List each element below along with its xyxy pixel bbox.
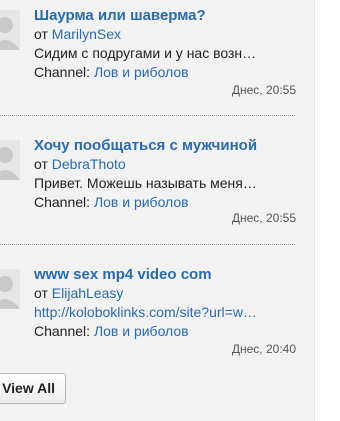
latest-posts-panel: Шаурма или шаверма? от MarilynSex Сидим … <box>0 0 314 421</box>
post-timestamp: Днес, 20:55 <box>231 211 296 225</box>
channel-label: Channel: <box>34 194 91 210</box>
post-channel-line: Channel: Лов и риболов <box>34 193 296 212</box>
user-avatar-icon[interactable] <box>0 269 20 309</box>
channel-link[interactable]: Лов и риболов <box>94 323 189 339</box>
post-excerpt: Сидим с подругами и у нас возн… <box>34 45 257 61</box>
post-title-link[interactable]: Хочу пообщаться с мужчиной <box>34 136 296 155</box>
post-divider <box>0 244 295 245</box>
post-divider <box>0 115 295 116</box>
post-title-link[interactable]: www sex mp4 video com <box>34 265 296 284</box>
user-avatar-icon[interactable] <box>0 10 20 50</box>
from-label: от <box>34 156 48 172</box>
author-link[interactable]: DebraThoto <box>52 156 126 172</box>
panel-border <box>314 0 315 421</box>
channel-link[interactable]: Лов и риболов <box>94 64 189 80</box>
post-title-link[interactable]: Шаурма или шаверма? <box>34 6 296 25</box>
user-avatar-icon[interactable] <box>0 140 20 180</box>
post-timestamp: Днес, 20:55 <box>231 83 296 97</box>
post-channel-line: Channel: Лов и риболов <box>34 322 296 341</box>
channel-label: Channel: <box>34 323 91 339</box>
author-link[interactable]: MarilynSex <box>52 26 121 42</box>
post-channel-line: Channel: Лов и риболов <box>34 63 296 82</box>
from-label: от <box>34 285 48 301</box>
view-all-button[interactable]: View All <box>0 373 66 404</box>
post-excerpt: Привет. Можешь называть меня… <box>34 175 257 191</box>
post-excerpt-link[interactable]: http://koloboklinks.com/site?url=w… <box>34 303 296 322</box>
from-label: от <box>34 26 48 42</box>
channel-link[interactable]: Лов и риболов <box>94 194 189 210</box>
author-link[interactable]: ElijahLeasy <box>52 285 124 301</box>
post-author-line: от MarilynSex <box>34 25 296 44</box>
post-author-line: от ElijahLeasy <box>34 284 296 303</box>
post-author-line: от DebraThoto <box>34 155 296 174</box>
channel-label: Channel: <box>34 64 91 80</box>
post-timestamp: Днес, 20:40 <box>231 342 296 356</box>
